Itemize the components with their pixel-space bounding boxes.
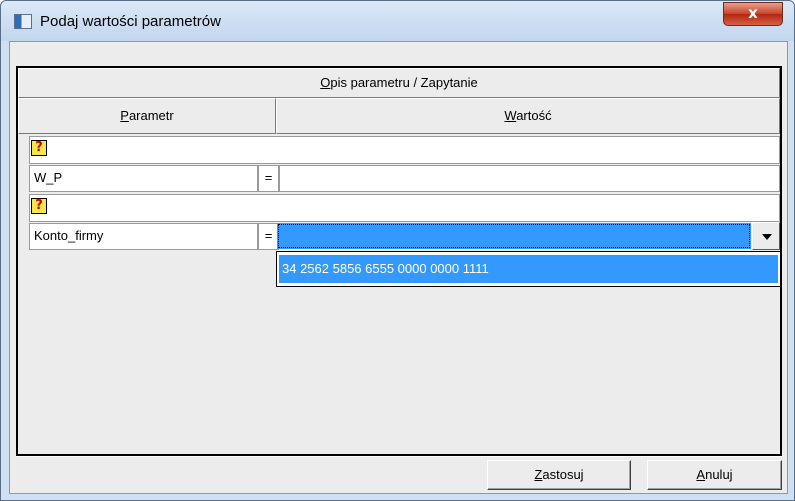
equals-sign: = xyxy=(258,165,279,192)
column-parameter-accel: P xyxy=(120,108,129,123)
cancel-accel: A xyxy=(696,467,706,482)
question-icon: ? xyxy=(31,140,47,156)
column-header-parameter[interactable]: Parametr xyxy=(18,98,276,134)
column-value-accel: W xyxy=(504,108,517,123)
header-description-accel: O xyxy=(320,75,331,90)
param-name-cell: W_P xyxy=(29,165,258,192)
param-value-combobox[interactable] xyxy=(277,223,751,249)
dropdown-option[interactable]: 34 2562 5856 6555 0000 0000 1111 xyxy=(279,255,778,283)
app-window-icon xyxy=(14,14,32,29)
close-icon: x xyxy=(748,4,758,22)
apply-button[interactable]: Zastosuj xyxy=(487,460,631,490)
chevron-down-icon xyxy=(762,234,772,240)
apply-label: astosuj xyxy=(542,467,584,482)
column-parameter-text: arametr xyxy=(128,108,174,123)
param-name-cell: Konto_firmy xyxy=(29,223,258,250)
window-title: Podaj wartości parametrów xyxy=(40,13,221,30)
header-description-text: pis parametru / Zapytanie xyxy=(330,75,478,90)
equals-sign: = xyxy=(258,223,279,250)
question-icon: ? xyxy=(31,198,47,214)
grid-header-description: Opis parametru / Zapytanie xyxy=(18,68,780,98)
cancel-button[interactable]: Anuluj xyxy=(647,460,782,490)
column-value-text: artość xyxy=(516,108,552,123)
param-description-row-2 xyxy=(29,194,780,222)
combobox-dropdown-button[interactable] xyxy=(752,222,780,250)
column-header-value[interactable]: Wartość xyxy=(276,98,780,134)
close-button[interactable]: x xyxy=(723,2,783,26)
param-value-input[interactable] xyxy=(279,165,780,192)
footer-separator xyxy=(16,456,782,457)
combobox-dropdown-list: 34 2562 5856 6555 0000 0000 1111 xyxy=(276,251,781,287)
cancel-label: nuluj xyxy=(705,467,733,482)
param-description-row-1 xyxy=(29,136,780,164)
title-bar[interactable]: Podaj wartości parametrów x xyxy=(1,1,794,41)
